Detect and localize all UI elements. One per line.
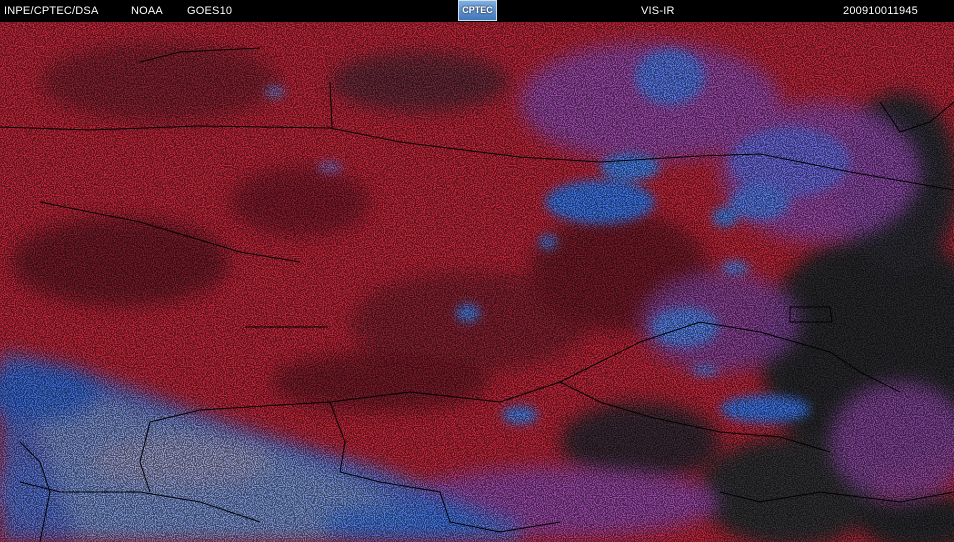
channel-label: VIS-IR (641, 5, 675, 17)
image-header-bar: INPE/CPTEC/DSA NOAA GOES10 CPTEC VIS-IR … (0, 0, 954, 22)
texture-overlay (0, 22, 954, 542)
cptec-logo: CPTEC (458, 0, 497, 21)
timestamp-label: 200910011945 (843, 5, 918, 17)
provider-label: NOAA (131, 5, 163, 17)
satellite-scene (0, 22, 954, 542)
satellite-label: GOES10 (187, 5, 233, 17)
agency-label: INPE/CPTEC/DSA (4, 5, 99, 17)
satellite-image-frame: INPE/CPTEC/DSA NOAA GOES10 CPTEC VIS-IR … (0, 0, 954, 542)
cptec-logo-text: CPTEC (462, 5, 493, 15)
